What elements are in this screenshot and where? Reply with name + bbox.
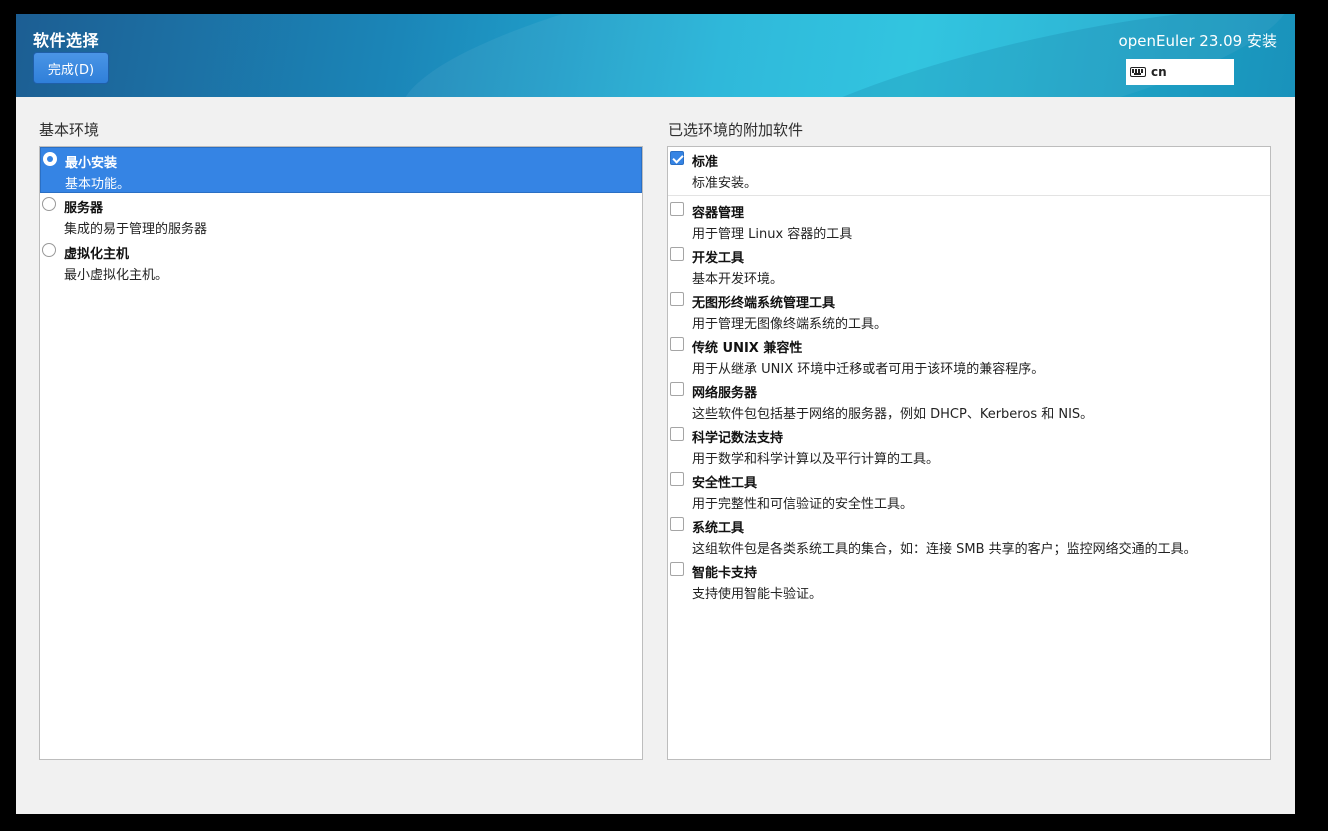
addon-description: 基本开发环境。 [692,272,784,287]
addon-name: 安全性工具 [692,476,758,491]
addon-name: 系统工具 [692,521,745,536]
environment-item-server[interactable]: 服务器 集成的易于管理的服务器 [40,193,642,239]
checkbox[interactable] [670,292,684,306]
environment-section-label: 基本环境 [39,121,100,139]
environment-name: 服务器 [64,201,104,216]
addon-item-network-server[interactable]: 网络服务器 这些软件包包括基于网络的服务器，例如 DHCP、Kerberos 和… [668,378,1270,423]
checkbox[interactable] [670,202,684,216]
radio-button[interactable] [42,243,56,257]
addon-item-headless-management[interactable]: 无图形终端系统管理工具 用于管理无图像终端系统的工具。 [668,288,1270,333]
page-title: 软件选择 [33,31,100,50]
product-title: openEuler 23.09 安装 [1118,32,1277,50]
checkbox-checked[interactable] [670,151,684,165]
keyboard-icon [1130,67,1146,77]
addon-description: 这组软件包是各类系统工具的集合，如：连接 SMB 共享的客户；监控网络交通的工具… [692,542,1197,557]
environment-description: 基本功能。 [65,177,131,192]
environment-item-virtualization-host[interactable]: 虚拟化主机 最小虚拟化主机。 [40,239,642,285]
addon-description: 用于完整性和可信验证的安全性工具。 [692,497,914,512]
checkbox[interactable] [670,382,684,396]
keyboard-layout-label: cn [1151,65,1167,79]
addon-name: 容器管理 [692,206,745,221]
addon-name: 无图形终端系统管理工具 [692,296,836,311]
addon-name: 智能卡支持 [692,566,758,581]
done-button[interactable]: 完成(D) [33,52,109,84]
addon-description: 标准安装。 [692,176,758,191]
addon-item-scientific-support[interactable]: 科学记数法支持 用于数学和科学计算以及平行计算的工具。 [668,423,1270,468]
addon-item-standard[interactable]: 标准 标准安装。 [668,147,1270,196]
checkbox[interactable] [670,247,684,261]
addon-description: 支持使用智能卡验证。 [692,587,823,602]
environment-description: 最小虚拟化主机。 [64,268,169,283]
environment-description: 集成的易于管理的服务器 [64,222,208,237]
addon-name: 开发工具 [692,251,745,266]
addons-list: 标准 标准安装。 容器管理 用于管理 Linux 容器的工具 开发工具 基本开发… [667,146,1271,760]
keyboard-layout-indicator[interactable]: cn [1126,59,1234,85]
environment-name: 最小安装 [65,156,118,171]
radio-button[interactable] [42,197,56,211]
addon-item-security-tools[interactable]: 安全性工具 用于完整性和可信验证的安全性工具。 [668,468,1270,513]
environment-item-minimal[interactable]: 最小安装 基本功能。 [40,147,642,193]
header-bar: 软件选择 完成(D) openEuler 23.09 安装 cn [16,14,1295,97]
addon-name: 科学记数法支持 [692,431,784,446]
checkbox[interactable] [670,562,684,576]
addon-description: 用于管理无图像终端系统的工具。 [692,317,888,332]
environment-name: 虚拟化主机 [64,247,130,262]
checkbox[interactable] [670,517,684,531]
addon-description: 用于从继承 UNIX 环境中迁移或者可用于该环境的兼容程序。 [692,362,1045,377]
addon-name: 网络服务器 [692,386,758,401]
addons-section-label: 已选环境的附加软件 [668,121,804,139]
radio-button-selected[interactable] [43,152,57,166]
addon-item-system-tools[interactable]: 系统工具 这组软件包是各类系统工具的集合，如：连接 SMB 共享的客户；监控网络… [668,513,1270,558]
checkbox[interactable] [670,472,684,486]
addon-item-development-tools[interactable]: 开发工具 基本开发环境。 [668,243,1270,288]
addon-name: 标准 [692,155,719,170]
installer-window: 软件选择 完成(D) openEuler 23.09 安装 cn 基本环境 已选… [16,14,1295,814]
addon-description: 这些软件包包括基于网络的服务器，例如 DHCP、Kerberos 和 NIS。 [692,407,1094,422]
addon-item-container-management[interactable]: 容器管理 用于管理 Linux 容器的工具 [668,198,1270,243]
addon-item-legacy-unix[interactable]: 传统 UNIX 兼容性 用于从继承 UNIX 环境中迁移或者可用于该环境的兼容程… [668,333,1270,378]
environment-list: 最小安装 基本功能。 服务器 集成的易于管理的服务器 虚拟化主机 最小虚拟化主机… [39,146,643,760]
checkbox[interactable] [670,337,684,351]
addon-item-smart-card[interactable]: 智能卡支持 支持使用智能卡验证。 [668,558,1270,603]
addon-name: 传统 UNIX 兼容性 [692,341,803,356]
addon-description: 用于管理 Linux 容器的工具 [692,227,853,242]
addon-description: 用于数学和科学计算以及平行计算的工具。 [692,452,940,467]
checkbox[interactable] [670,427,684,441]
